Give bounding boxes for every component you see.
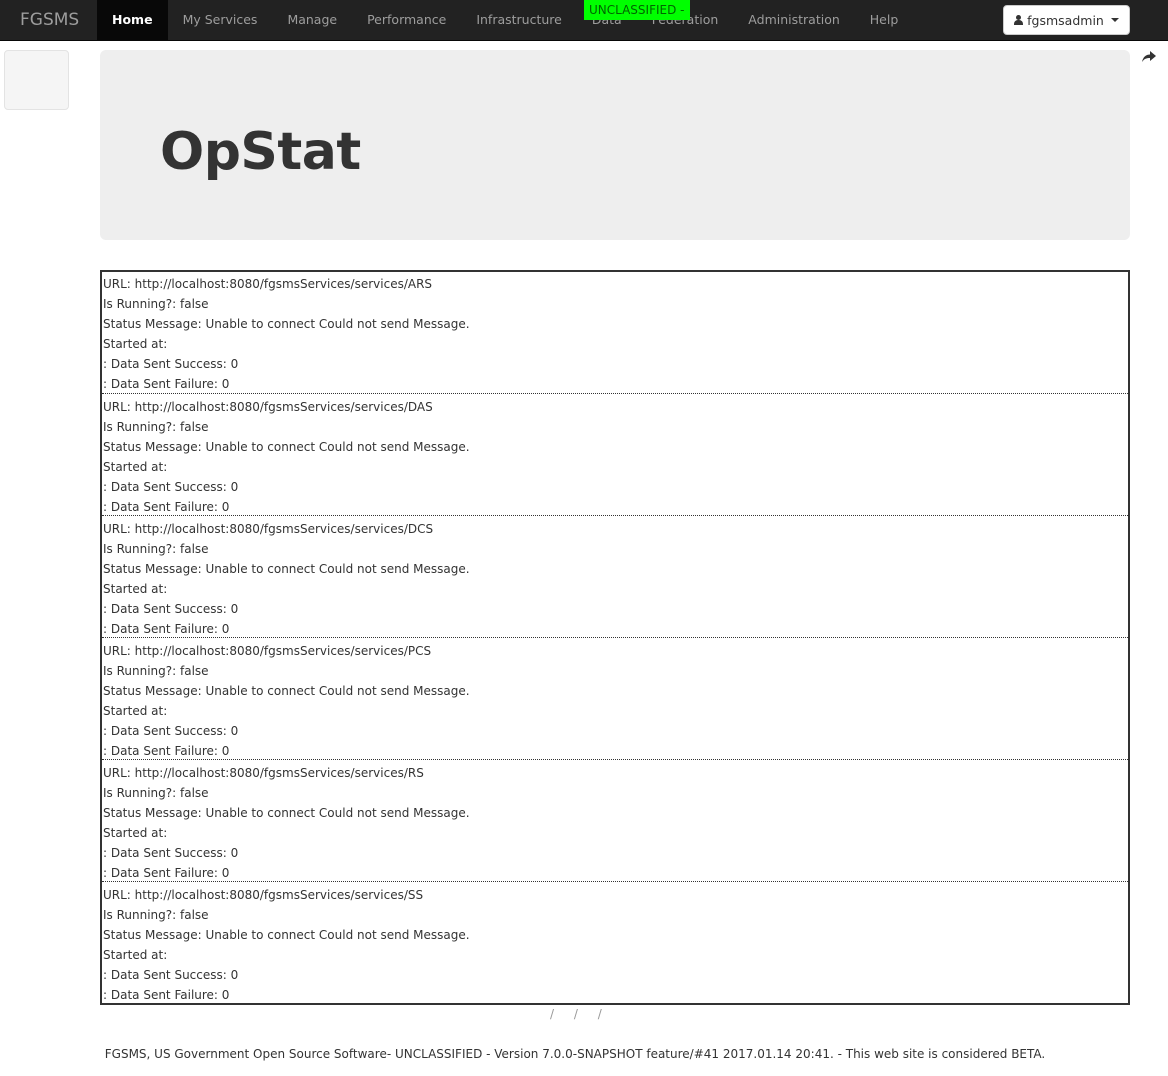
- service-running: Is Running?: false: [103, 297, 209, 311]
- service-started-at: Started at:: [103, 337, 168, 351]
- service-data-failure: : Data Sent Failure: 0: [103, 866, 230, 880]
- classification-banner: UNCLASSIFIED -: [584, 0, 690, 20]
- service-url: URL: http://localhost:8080/fgsmsServices…: [103, 766, 424, 780]
- service-url: URL: http://localhost:8080/fgsmsServices…: [103, 522, 434, 536]
- service-url: URL: http://localhost:8080/fgsmsServices…: [103, 888, 424, 902]
- user-menu-button[interactable]: fgsmsadmin: [1003, 5, 1130, 35]
- nav-help[interactable]: Help: [855, 0, 914, 40]
- sidebar-panel: [4, 50, 69, 110]
- nav-performance[interactable]: Performance: [352, 0, 461, 40]
- caret-down-icon: [1110, 18, 1119, 22]
- service-status-ars: URL: http://localhost:8080/fgsmsServices…: [102, 272, 1128, 393]
- share-icon[interactable]: [1142, 51, 1156, 63]
- service-data-failure: : Data Sent Failure: 0: [103, 988, 230, 1002]
- service-running: Is Running?: false: [103, 420, 209, 434]
- service-status-das: URL: http://localhost:8080/fgsmsServices…: [102, 393, 1128, 515]
- service-status-rs: URL: http://localhost:8080/fgsmsServices…: [102, 759, 1128, 881]
- service-status-message: Status Message: Unable to connect Could …: [103, 928, 470, 942]
- service-url: URL: http://localhost:8080/fgsmsServices…: [103, 400, 433, 414]
- service-status-message: Status Message: Unable to connect Could …: [103, 440, 470, 454]
- main-nav: Home My Services Manage Performance Infr…: [97, 0, 913, 40]
- service-status-message: Status Message: Unable to connect Could …: [103, 806, 470, 820]
- service-data-success: : Data Sent Success: 0: [103, 968, 239, 982]
- user-name: fgsmsadmin: [1027, 12, 1104, 28]
- user-icon: [1014, 15, 1024, 25]
- service-data-failure: : Data Sent Failure: 0: [103, 377, 230, 391]
- breadcrumb-separators: / / /: [550, 1007, 610, 1021]
- service-status-message: Status Message: Unable to connect Could …: [103, 684, 470, 698]
- service-status-pcs: URL: http://localhost:8080/fgsmsServices…: [102, 637, 1128, 759]
- nav-my-services[interactable]: My Services: [168, 0, 273, 40]
- service-status-table: URL: http://localhost:8080/fgsmsServices…: [100, 270, 1130, 1005]
- nav-administration[interactable]: Administration: [733, 0, 854, 40]
- service-data-failure: : Data Sent Failure: 0: [103, 622, 230, 636]
- nav-manage[interactable]: Manage: [272, 0, 352, 40]
- page-header: OpStat: [100, 50, 1130, 240]
- service-running: Is Running?: false: [103, 542, 209, 556]
- service-data-failure: : Data Sent Failure: 0: [103, 744, 230, 758]
- brand-link[interactable]: FGSMS: [20, 10, 79, 30]
- service-data-success: : Data Sent Success: 0: [103, 480, 239, 494]
- service-data-failure: : Data Sent Failure: 0: [103, 500, 230, 514]
- nav-home[interactable]: Home: [97, 0, 168, 40]
- service-running: Is Running?: false: [103, 908, 209, 922]
- service-started-at: Started at:: [103, 460, 168, 474]
- service-data-success: : Data Sent Success: 0: [103, 602, 239, 616]
- service-data-success: : Data Sent Success: 0: [103, 846, 239, 860]
- service-url: URL: http://localhost:8080/fgsmsServices…: [103, 277, 433, 291]
- nav-infrastructure[interactable]: Infrastructure: [461, 0, 577, 40]
- service-started-at: Started at:: [103, 582, 168, 596]
- service-started-at: Started at:: [103, 704, 168, 718]
- service-url: URL: http://localhost:8080/fgsmsServices…: [103, 644, 432, 658]
- page-footer: FGSMS, US Government Open Source Softwar…: [104, 1047, 1046, 1061]
- service-started-at: Started at:: [103, 826, 168, 840]
- service-data-success: : Data Sent Success: 0: [103, 357, 239, 371]
- service-started-at: Started at:: [103, 948, 168, 962]
- page-title: OpStat: [160, 122, 361, 182]
- service-status-ss: URL: http://localhost:8080/fgsmsServices…: [102, 881, 1128, 1003]
- service-data-success: : Data Sent Success: 0: [103, 724, 239, 738]
- service-running: Is Running?: false: [103, 786, 209, 800]
- service-status-message: Status Message: Unable to connect Could …: [103, 317, 470, 331]
- service-running: Is Running?: false: [103, 664, 209, 678]
- service-status-message: Status Message: Unable to connect Could …: [103, 562, 470, 576]
- service-status-dcs: URL: http://localhost:8080/fgsmsServices…: [102, 515, 1128, 637]
